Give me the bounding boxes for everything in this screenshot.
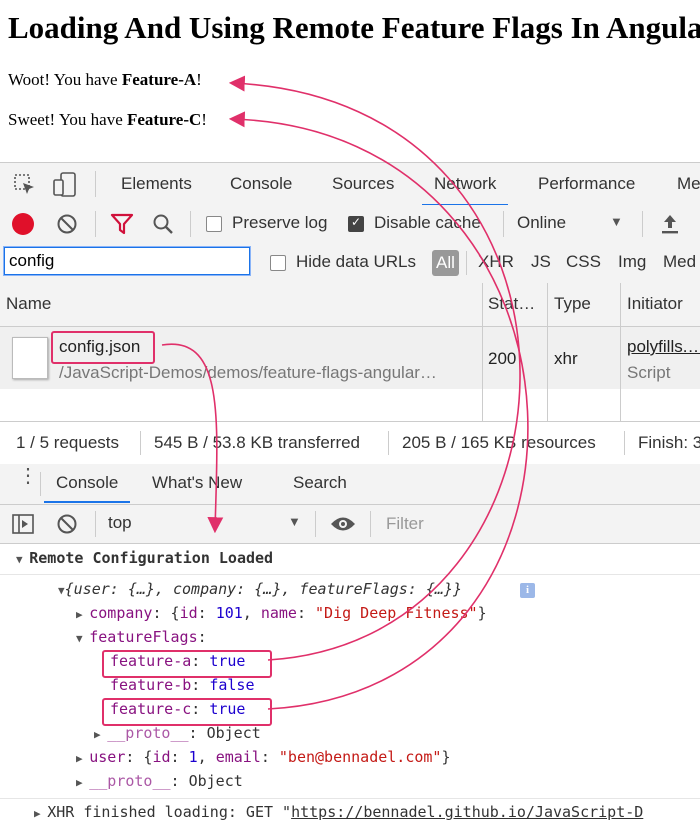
- arrow-config-json: [161, 343, 224, 534]
- annotation-arrows: [161, 75, 529, 710]
- arrow-feature-a: [228, 75, 521, 661]
- arrow-feature-c: [228, 111, 529, 710]
